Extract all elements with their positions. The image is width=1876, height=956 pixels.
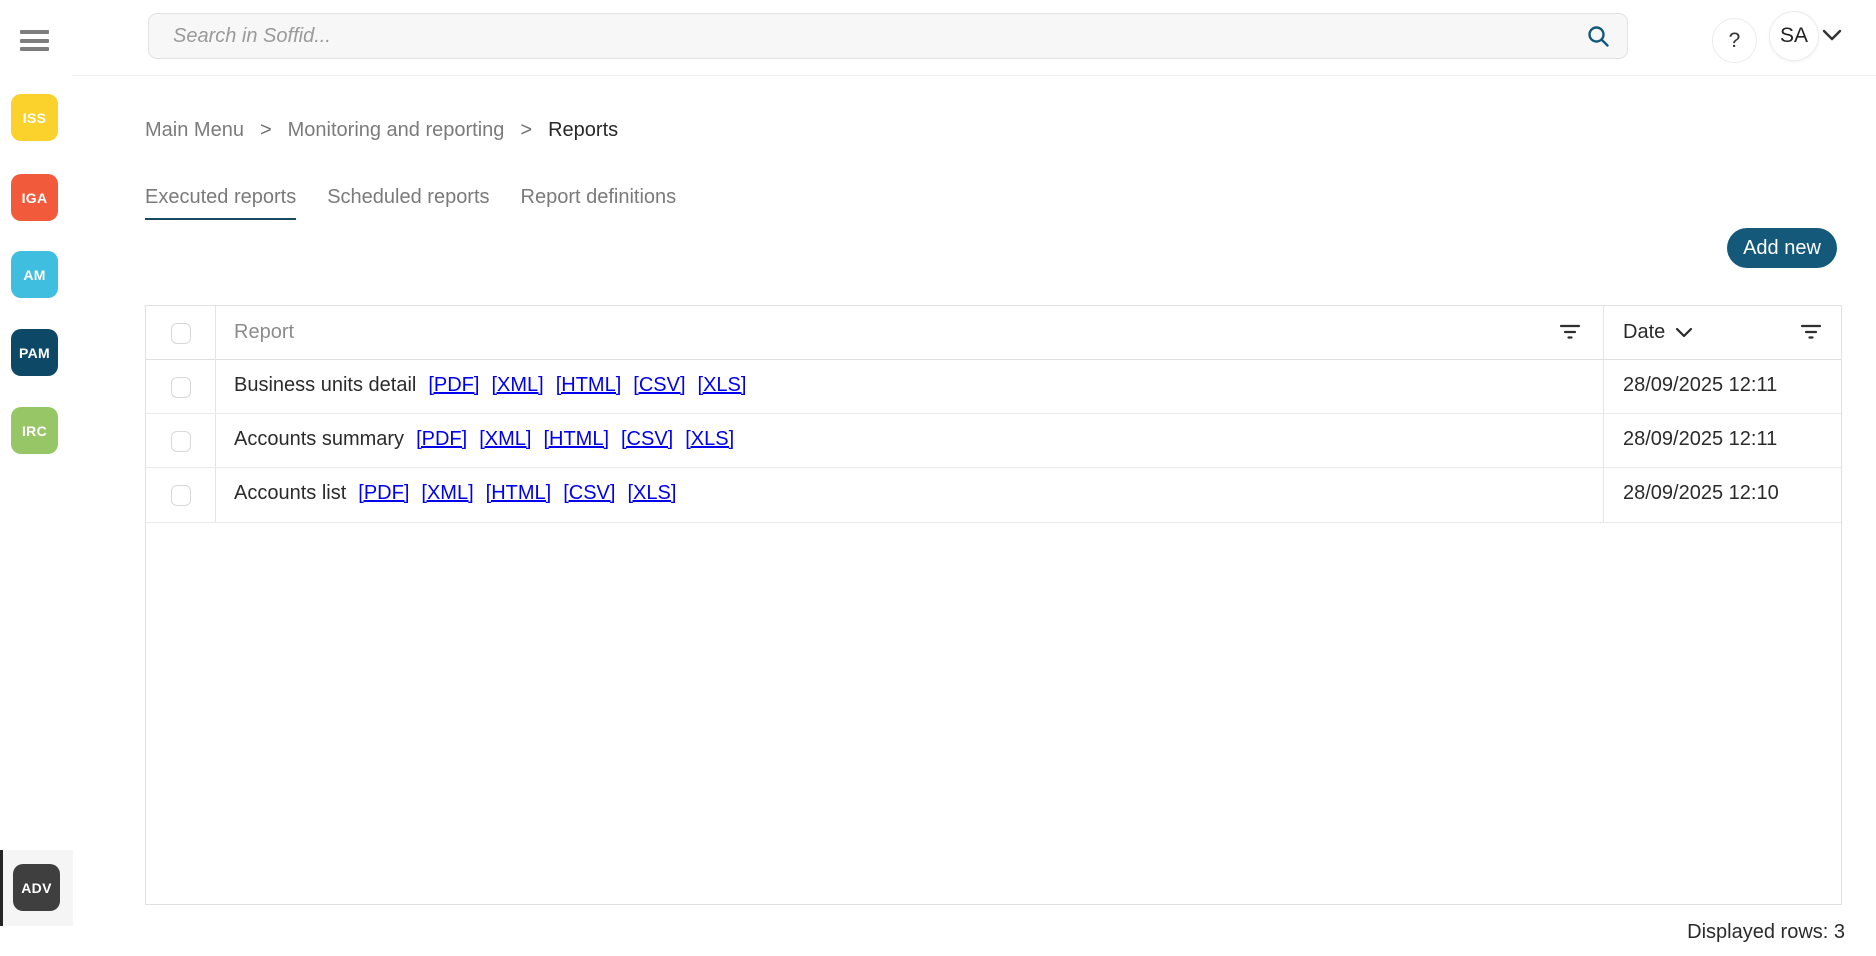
sidebar-item-pam[interactable]: PAM	[11, 329, 58, 376]
report-name: Accounts summary	[234, 428, 404, 450]
table-row: Accounts summary [PDF] [XML] [HTML] [CSV] [XL…	[146, 414, 1841, 468]
date-cell: 28/09/2025 12:10	[1623, 482, 1779, 505]
breadcrumb-monitoring[interactable]: Monitoring and reporting	[288, 119, 505, 142]
search-icon[interactable]	[1586, 24, 1610, 48]
row-checkbox[interactable]	[171, 485, 191, 506]
breadcrumb-separator: >	[520, 119, 532, 142]
report-name: Accounts list	[234, 482, 346, 504]
report-column-header: Report	[234, 321, 294, 344]
sidebar-item-adv[interactable]: ADV	[13, 864, 60, 911]
breadcrumb-main-menu[interactable]: Main Menu	[145, 119, 244, 142]
table-header: Report Date	[146, 306, 1841, 360]
sidebar-item-adv-selected[interactable]: ADV	[0, 850, 73, 926]
report-xls-link[interactable]: [XLS]	[698, 374, 747, 396]
breadcrumb: Main Menu > Monitoring and reporting > R…	[145, 119, 618, 142]
report-csv-link[interactable]: [CSV]	[621, 428, 673, 450]
menu-hamburger-icon[interactable]	[20, 30, 49, 51]
report-html-link[interactable]: [HTML]	[486, 482, 552, 504]
select-all-checkbox[interactable]	[171, 323, 191, 344]
report-pdf-link[interactable]: [PDF]	[428, 374, 479, 396]
report-tabs: Executed reports Scheduled reports Repor…	[145, 186, 676, 220]
date-filter-icon[interactable]	[1799, 322, 1823, 344]
report-csv-link[interactable]: [CSV]	[563, 482, 615, 504]
search-input[interactable]	[148, 13, 1628, 59]
date-column-header[interactable]: Date	[1623, 321, 1693, 344]
report-xml-link[interactable]: [XML]	[479, 428, 531, 450]
tab-report-definitions[interactable]: Report definitions	[521, 186, 677, 220]
table-row: Business units detail [PDF] [XML] [HTML] [CS…	[146, 360, 1841, 414]
report-csv-link[interactable]: [CSV]	[633, 374, 685, 396]
sidebar-item-am[interactable]: AM	[11, 251, 58, 298]
global-search	[148, 13, 1628, 59]
report-cell: Business units detail [PDF] [XML] [HTML] [CS…	[234, 374, 746, 397]
sort-chevron-down-icon	[1675, 327, 1693, 338]
report-xml-link[interactable]: [XML]	[421, 482, 473, 504]
report-pdf-link[interactable]: [PDF]	[416, 428, 467, 450]
date-cell: 28/09/2025 12:11	[1623, 374, 1777, 397]
date-column-label: Date	[1623, 321, 1665, 344]
table-row: Accounts list[PDF][XML][HTML][CSV][XLS] …	[146, 468, 1841, 523]
breadcrumb-separator: >	[260, 119, 272, 142]
topbar-divider	[72, 75, 1876, 76]
help-button[interactable]: ?	[1712, 18, 1757, 63]
report-xls-link[interactable]: [XLS]	[685, 428, 734, 450]
report-pdf-link[interactable]: [PDF]	[358, 482, 409, 504]
report-filter-icon[interactable]	[1558, 322, 1582, 344]
user-menu-chevron-down-icon[interactable]	[1822, 28, 1842, 42]
user-avatar[interactable]: SA	[1769, 11, 1819, 61]
tab-scheduled-reports[interactable]: Scheduled reports	[327, 186, 489, 220]
row-checkbox[interactable]	[171, 377, 191, 398]
tab-executed-reports[interactable]: Executed reports	[145, 186, 296, 220]
executed-reports-table: Report Date Business units det	[145, 305, 1842, 905]
report-xls-link[interactable]: [XLS]	[627, 482, 676, 504]
date-cell: 28/09/2025 12:11	[1623, 428, 1777, 451]
report-xml-link[interactable]: [XML]	[491, 374, 543, 396]
report-html-link[interactable]: [HTML]	[556, 374, 622, 396]
report-name: Business units detail	[234, 374, 416, 396]
report-cell: Accounts list [PDF] [XML] [HTML] [CSV] [XLS]	[234, 482, 676, 505]
soffid-console: ? SA ISS IGA AM PAM IRC ADV Main Menu > …	[0, 0, 1876, 956]
row-checkbox[interactable]	[171, 431, 191, 452]
report-html-link[interactable]: [HTML]	[543, 428, 609, 450]
breadcrumb-reports: Reports	[548, 119, 618, 142]
add-new-button[interactable]: Add new	[1727, 228, 1837, 268]
sidebar-item-iss[interactable]: ISS	[11, 94, 58, 141]
displayed-rows-count: Displayed rows: 3	[1687, 921, 1845, 944]
sidebar-item-iga[interactable]: IGA	[11, 174, 58, 221]
sidebar-item-irc[interactable]: IRC	[11, 407, 58, 454]
report-cell: Accounts summary [PDF] [XML] [HTML] [CSV] [XL…	[234, 428, 734, 451]
